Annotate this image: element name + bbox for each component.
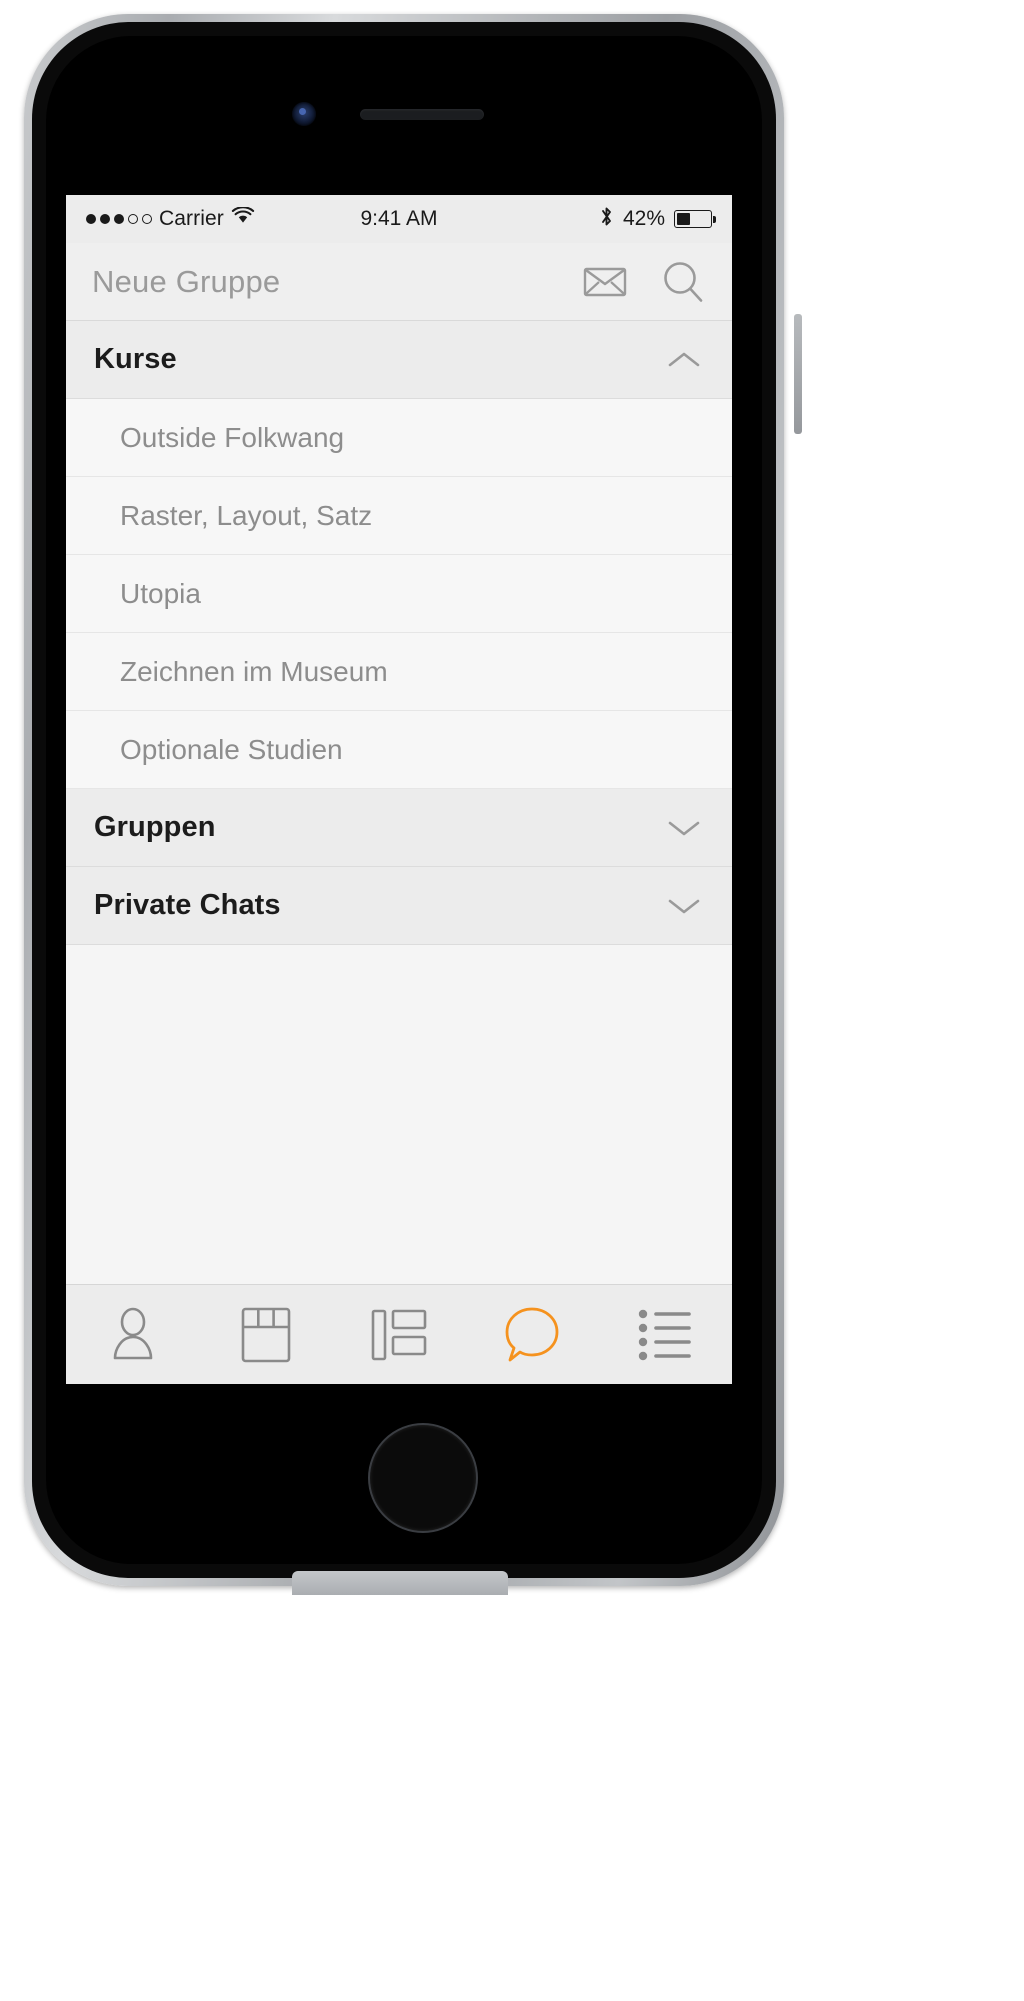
list-item[interactable]: Raster, Layout, Satz [66, 477, 732, 555]
list-item-label: Optionale Studien [120, 733, 343, 765]
list-item[interactable]: Outside Folkwang [66, 399, 732, 477]
status-bar: Carrier 9:41 AM 42% [66, 195, 732, 243]
screenshot-stage: Carrier 9:41 AM 42% Neue Gruppe Kurse Ou… [0, 0, 1024, 2001]
list-item-label: Outside Folkwang [120, 421, 345, 453]
header-actions [582, 259, 706, 305]
tab-board[interactable] [332, 1285, 465, 1384]
front-camera-icon [292, 102, 316, 126]
bottom-tab-bar [66, 1284, 732, 1384]
list-item-label: Zeichnen im Museum [120, 655, 388, 687]
power-button[interactable] [794, 314, 802, 434]
phone-screen: Carrier 9:41 AM 42% Neue Gruppe Kurse Ou… [66, 195, 732, 1384]
list-item[interactable]: Optionale Studien [66, 711, 732, 789]
phone-bottom-edge [292, 1571, 508, 1595]
tab-calendar[interactable] [199, 1285, 332, 1384]
section-label: Private Chats [94, 889, 281, 921]
status-bar-left: Carrier [86, 206, 255, 231]
carrier-label: Carrier [159, 207, 224, 230]
battery-icon [674, 210, 716, 228]
tab-list[interactable] [599, 1285, 732, 1384]
chevron-up-icon[interactable] [664, 340, 704, 380]
chevron-down-icon[interactable] [664, 886, 704, 926]
tab-chats[interactable] [466, 1285, 599, 1384]
wifi-icon [231, 206, 255, 231]
section-header-gruppen[interactable]: Gruppen [66, 789, 732, 867]
list-item-label: Utopia [120, 577, 201, 609]
earpiece-speaker [360, 109, 484, 120]
status-bar-right: 42% [599, 205, 716, 234]
list-item-label: Raster, Layout, Satz [120, 499, 373, 531]
section-label: Kurse [94, 343, 177, 375]
home-button[interactable] [368, 1423, 478, 1533]
list-item[interactable]: Zeichnen im Museum [66, 633, 732, 711]
section-label: Gruppen [94, 811, 216, 843]
empty-list-area [66, 945, 732, 1284]
page-title: Neue Gruppe [92, 263, 281, 299]
tab-profile[interactable] [66, 1285, 199, 1384]
list-item[interactable]: Utopia [66, 555, 732, 633]
signal-strength-icon [86, 214, 152, 224]
section-header-kurse[interactable]: Kurse [66, 321, 732, 399]
compose-message-button[interactable] [582, 259, 628, 305]
search-button[interactable] [660, 259, 706, 305]
battery-percent-label: 42% [622, 207, 665, 230]
bluetooth-icon [599, 205, 614, 234]
chevron-down-icon[interactable] [664, 808, 704, 848]
section-header-private-chats[interactable]: Private Chats [66, 867, 732, 945]
app-header: Neue Gruppe [66, 243, 732, 321]
